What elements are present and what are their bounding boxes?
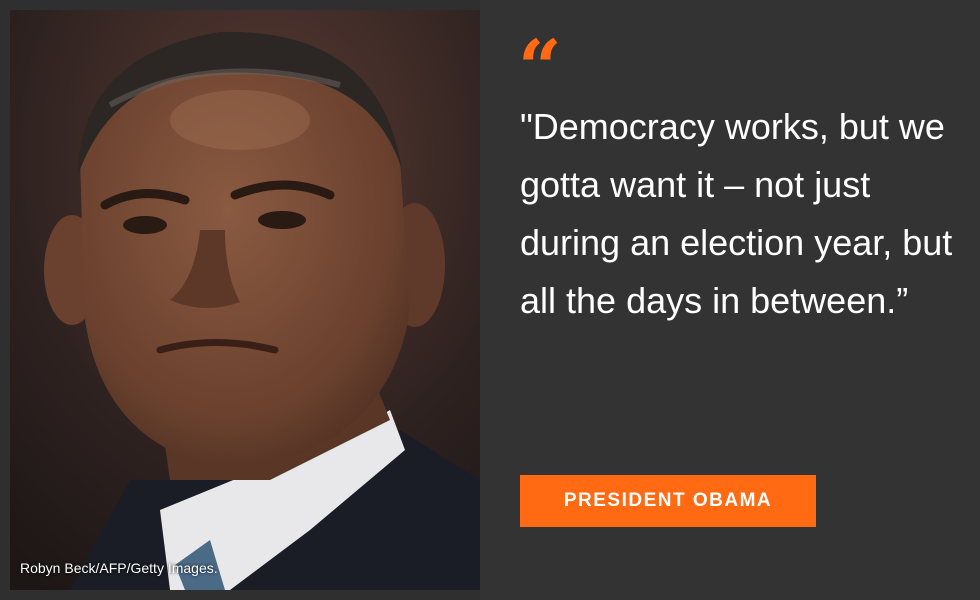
quote-text: "Democracy works, but we gotta want it –… bbox=[520, 106, 953, 321]
quote-mark-icon: “ bbox=[518, 30, 562, 82]
portrait-illustration bbox=[10, 10, 480, 590]
portrait-photo: Robyn Beck/AFP/Getty Images. bbox=[10, 10, 480, 590]
photo-credit: Robyn Beck/AFP/Getty Images. bbox=[20, 560, 218, 576]
quote-card: Robyn Beck/AFP/Getty Images. “ "Democrac… bbox=[0, 0, 980, 600]
speaker-label: PRESIDENT OBAMA bbox=[520, 475, 816, 527]
